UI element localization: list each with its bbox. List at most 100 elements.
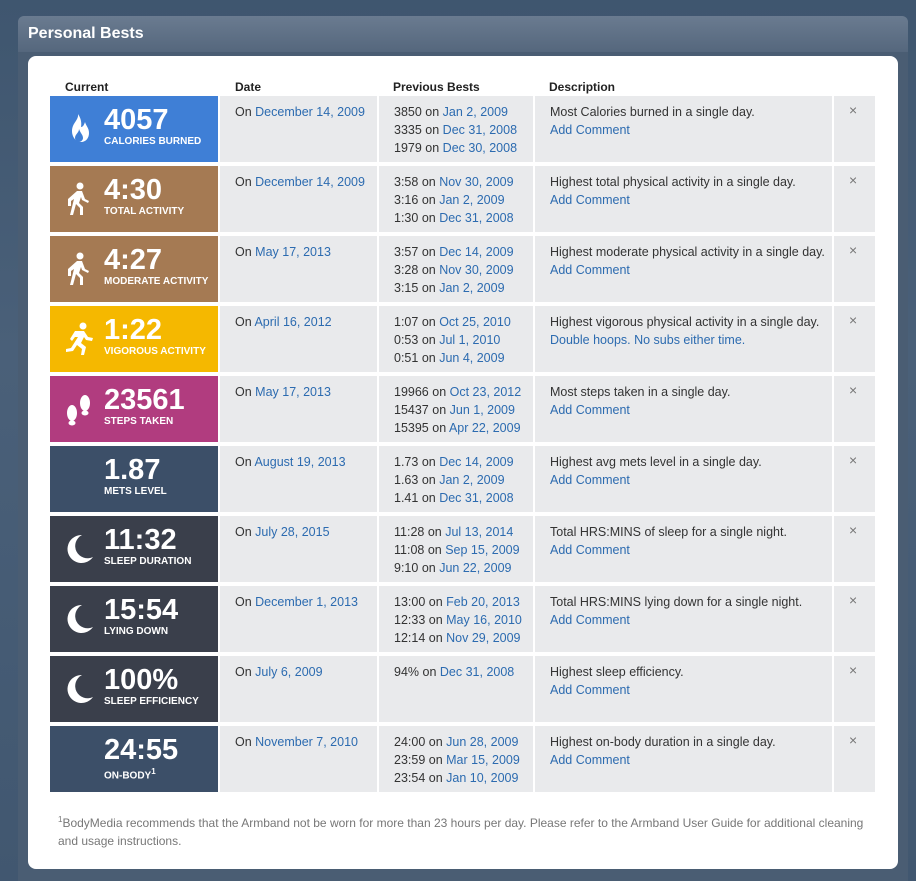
description-cell: Highest on-body duration in a single day…: [535, 726, 832, 792]
previous-best-date-link[interactable]: Feb 20, 2013: [446, 595, 520, 609]
previous-best-date-link[interactable]: Jun 4, 2009: [439, 351, 504, 365]
close-icon[interactable]: ×: [849, 732, 857, 748]
previous-best-date-link[interactable]: Dec 14, 2009: [439, 245, 513, 259]
date-link[interactable]: April 16, 2012: [254, 315, 331, 329]
date-link[interactable]: November 7, 2010: [255, 735, 358, 749]
date-link[interactable]: December 14, 2009: [255, 175, 365, 189]
previous-best-date-link[interactable]: Nov 29, 2009: [446, 631, 520, 645]
close-icon[interactable]: ×: [849, 452, 857, 468]
comment-link[interactable]: Add Comment: [550, 191, 832, 209]
date-link[interactable]: December 14, 2009: [255, 105, 365, 119]
previous-best-date-link[interactable]: Dec 31, 2008: [439, 491, 513, 505]
previous-best-date-link[interactable]: Oct 25, 2010: [439, 315, 511, 329]
previous-best-date-link[interactable]: Jan 2, 2009: [439, 473, 504, 487]
moon-icon: [62, 532, 94, 566]
previous-best-item: 1.73 on Dec 14, 2009: [394, 455, 514, 469]
description-cell: Highest sleep efficiency. Add Comment: [535, 656, 832, 722]
description-cell: Most Calories burned in a single day. Add…: [535, 96, 832, 162]
metric-value: 24:55: [104, 734, 179, 766]
remove-cell: ×: [834, 516, 875, 582]
metric-tile: 4057 CALORIES BURNED: [50, 96, 218, 162]
previous-best-date-link[interactable]: Dec 31, 2008: [439, 211, 513, 225]
previous-best-item: 3:15 on Jan 2, 2009: [394, 281, 505, 295]
close-icon[interactable]: ×: [849, 382, 857, 398]
previous-best-date-link[interactable]: Dec 31, 2008: [443, 123, 517, 137]
previous-best-date-link[interactable]: Jun 22, 2009: [439, 561, 511, 575]
previous-best-date-link[interactable]: Jan 10, 2009: [446, 771, 518, 785]
metric-label: SLEEP DURATION: [104, 556, 192, 567]
comment-link[interactable]: Add Comment: [550, 751, 832, 769]
previous-best-date-link[interactable]: Nov 30, 2009: [439, 263, 513, 277]
comment-link[interactable]: Add Comment: [550, 541, 832, 559]
close-icon[interactable]: ×: [849, 312, 857, 328]
close-icon[interactable]: ×: [849, 242, 857, 258]
moon-icon: [62, 602, 94, 636]
previous-best-date-link[interactable]: Oct 23, 2012: [450, 385, 522, 399]
previous-best-item: 15437 on Jun 1, 2009: [394, 403, 515, 417]
remove-cell: ×: [834, 376, 875, 442]
date-link[interactable]: May 17, 2013: [255, 385, 331, 399]
previous-best-date-link[interactable]: Jun 1, 2009: [450, 403, 515, 417]
comment-link[interactable]: Add Comment: [550, 401, 832, 419]
previous-best-date-link[interactable]: May 16, 2010: [446, 613, 522, 627]
previous-best-item: 94% on Dec 31, 2008: [394, 665, 515, 679]
previous-best-date-link[interactable]: Jul 13, 2014: [445, 525, 513, 539]
date-link[interactable]: August 19, 2013: [254, 455, 345, 469]
metric-tile: 24:55 ON-BODY1: [50, 726, 218, 792]
close-icon[interactable]: ×: [849, 662, 857, 678]
close-icon[interactable]: ×: [849, 102, 857, 118]
panel-title: Personal Bests: [18, 16, 908, 52]
date-cell: On August 19, 2013: [220, 446, 377, 512]
previous-bests-cell: 19966 on Oct 23, 2012 15437 on Jun 1, 200…: [379, 376, 533, 442]
close-icon[interactable]: ×: [849, 172, 857, 188]
metric-value: 4:30: [104, 174, 163, 206]
description-text: Highest avg mets level in a single day.: [550, 455, 762, 469]
comment-link[interactable]: Add Comment: [550, 681, 832, 699]
remove-cell: ×: [834, 586, 875, 652]
description-cell: Total HRS:MINS lying down for a single n…: [535, 586, 832, 652]
metric-value: 11:32: [104, 524, 177, 556]
previous-best-item: 19966 on Oct 23, 2012: [394, 385, 522, 399]
personal-best-row: 4:27 MODERATE ACTIVITY On May 17, 2013 3:57…: [50, 236, 875, 302]
previous-bests-cell: 3:57 on Dec 14, 2009 3:28 on Nov 30, 2009…: [379, 236, 533, 302]
previous-best-date-link[interactable]: Sep 15, 2009: [445, 543, 519, 557]
description-cell: Highest moderate physical activity in a …: [535, 236, 832, 302]
date-link[interactable]: May 17, 2013: [255, 245, 331, 259]
date-link[interactable]: July 28, 2015: [255, 525, 329, 539]
comment-link[interactable]: Add Comment: [550, 261, 832, 279]
close-icon[interactable]: ×: [849, 522, 857, 538]
previous-best-date-link[interactable]: Jan 2, 2009: [439, 193, 504, 207]
close-icon[interactable]: ×: [849, 592, 857, 608]
previous-best-date-link[interactable]: Jul 1, 2010: [439, 333, 500, 347]
description-cell: Total HRS:MINS of sleep for a single nig…: [535, 516, 832, 582]
metric-label: MODERATE ACTIVITY: [104, 276, 209, 287]
previous-best-date-link[interactable]: Mar 15, 2009: [446, 753, 520, 767]
date-link[interactable]: July 6, 2009: [255, 665, 322, 679]
personal-best-row: 1:22 VIGOROUS ACTIVITY On April 16, 2012 1:…: [50, 306, 875, 372]
metric-label: TOTAL ACTIVITY: [104, 206, 185, 217]
previous-best-date-link[interactable]: Jun 28, 2009: [446, 735, 518, 749]
date-link[interactable]: December 1, 2013: [255, 595, 358, 609]
metric-label: LYING DOWN: [104, 626, 169, 637]
comment-link[interactable]: Double hoops. No subs either time.: [550, 331, 832, 349]
comment-link[interactable]: Add Comment: [550, 471, 832, 489]
metric-value: 4:27: [104, 244, 163, 276]
previous-best-date-link[interactable]: Apr 22, 2009: [449, 421, 521, 435]
metric-value: 1:22: [104, 314, 163, 346]
date-cell: On December 14, 2009: [220, 96, 377, 162]
comment-link[interactable]: Add Comment: [550, 121, 832, 139]
column-header-description: Description: [549, 80, 616, 94]
description-text: Highest total physical activity in a sin…: [550, 175, 796, 189]
previous-best-date-link[interactable]: Jan 2, 2009: [439, 281, 504, 295]
previous-best-date-link[interactable]: Nov 30, 2009: [439, 175, 513, 189]
comment-link[interactable]: Add Comment: [550, 611, 832, 629]
previous-best-date-link[interactable]: Dec 30, 2008: [443, 141, 517, 155]
metric-tile: 4:27 MODERATE ACTIVITY: [50, 236, 218, 302]
previous-best-item: 3335 on Dec 31, 2008: [394, 123, 518, 137]
remove-cell: ×: [834, 96, 875, 162]
previous-best-date-link[interactable]: Dec 31, 2008: [440, 665, 514, 679]
previous-best-date-link[interactable]: Jan 2, 2009: [443, 105, 508, 119]
metric-label: ON-BODY1: [104, 767, 156, 782]
moon-icon: [62, 672, 94, 706]
previous-best-date-link[interactable]: Dec 14, 2009: [439, 455, 513, 469]
